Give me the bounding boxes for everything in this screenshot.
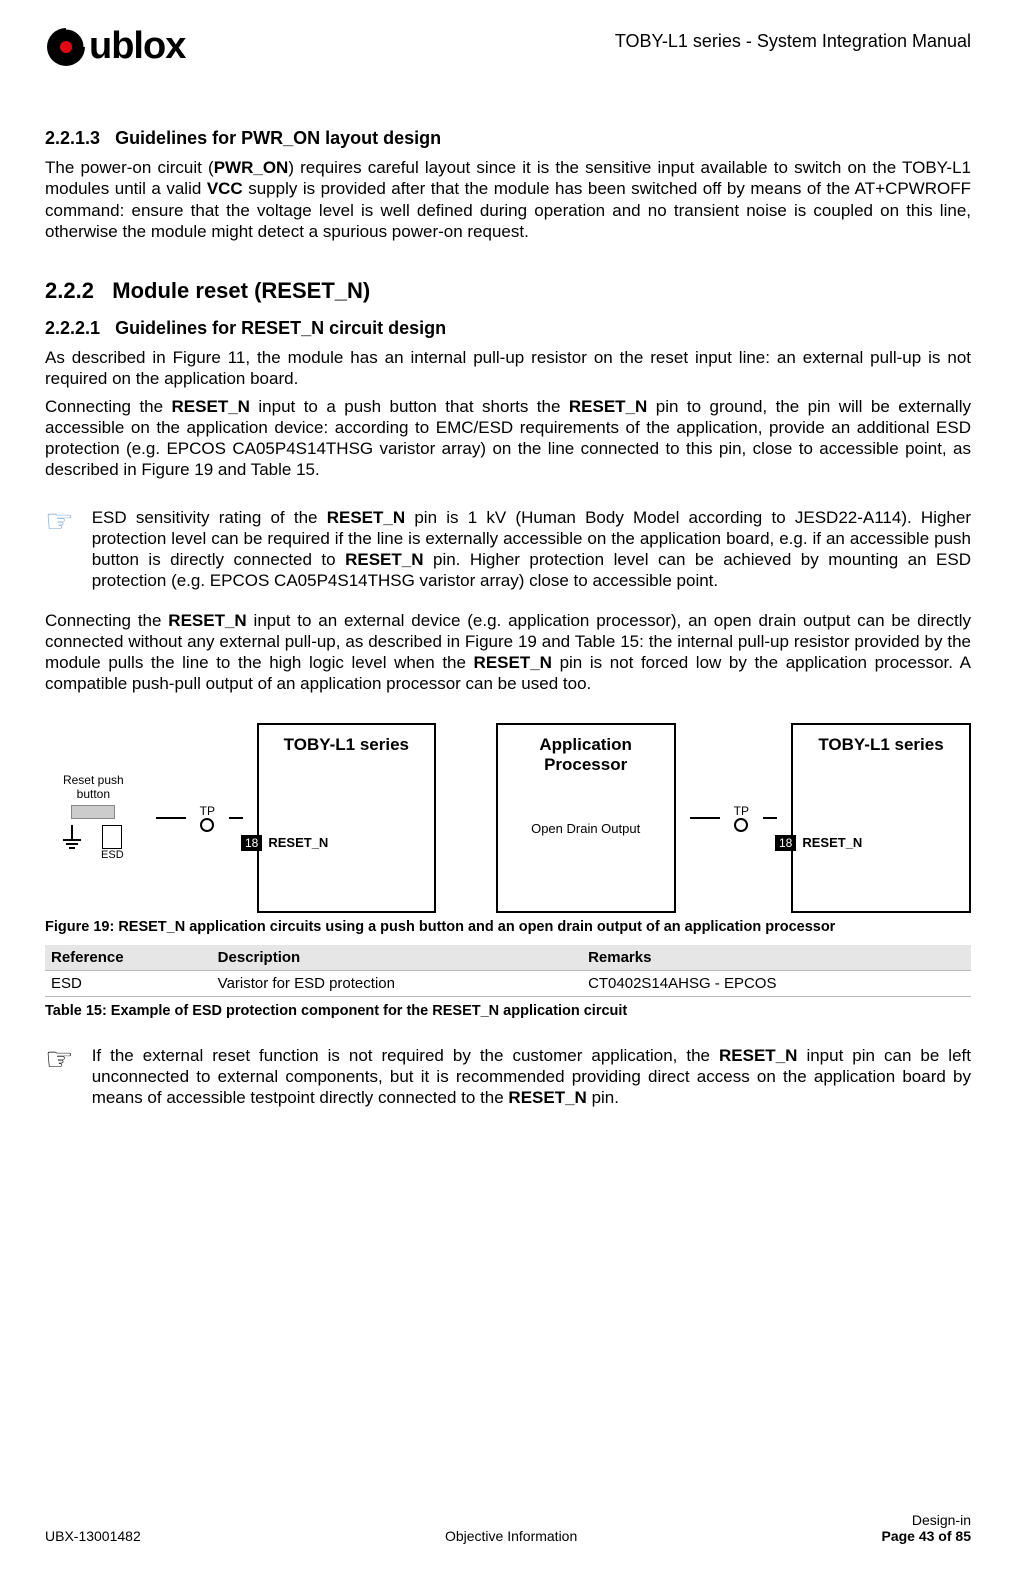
table-cell: CT0402S14AHSG - EPCOS	[582, 970, 971, 996]
pointer-icon: ☞	[45, 505, 74, 592]
pin-label: RESET_N	[802, 835, 862, 850]
heading-pwr-on: 2.2.1.3 Guidelines for PWR_ON layout des…	[45, 128, 971, 149]
module-title: TOBY-L1 series	[259, 725, 434, 755]
reset-p2: Connecting the RESET_N input to a push b…	[45, 396, 971, 481]
pin-number: 18	[241, 835, 262, 851]
ground-icon	[63, 825, 81, 863]
esd-label: ESD	[101, 849, 124, 861]
table-header-remarks: Remarks	[582, 945, 971, 971]
table-cell: Varistor for ESD protection	[212, 970, 582, 996]
schematic-left: Reset push button ESD TP TOBY-L1 series	[45, 723, 436, 913]
note-unconnected: ☞ If the external reset function is not …	[45, 1045, 971, 1109]
pointer-icon: ☞	[45, 1043, 74, 1109]
note-esd-sensitivity: ☞ ESD sensitivity rating of the RESET_N …	[45, 507, 971, 592]
esd-icon	[102, 825, 122, 849]
module-box-right: TOBY-L1 series 18 RESET_N	[791, 723, 971, 913]
reset-open-drain-paragraph: Connecting the RESET_N input to an exter…	[45, 610, 971, 695]
app-processor-box: Application Processor Open Drain Output	[496, 723, 676, 913]
page-footer: UBX-13001482 Objective Information Desig…	[45, 1512, 971, 1544]
tp-label: TP	[200, 804, 215, 818]
footer-section: Design-in	[881, 1512, 971, 1528]
pin-label: RESET_N	[268, 835, 328, 850]
heading-module-reset: 2.2.2 Module reset (RESET_N)	[45, 278, 971, 304]
open-drain-label: Open Drain Output	[498, 821, 674, 836]
document-title: TOBY-L1 series - System Integration Manu…	[615, 25, 971, 52]
reset-button-label: Reset push button	[45, 773, 142, 801]
push-button-icon	[71, 805, 115, 819]
logo-icon	[45, 26, 87, 68]
pin-number: 18	[775, 835, 796, 851]
testpoint-icon	[734, 818, 748, 832]
note-text: ESD sensitivity rating of the RESET_N pi…	[92, 507, 971, 592]
module-title: TOBY-L1 series	[793, 725, 969, 755]
page-header: ublox TOBY-L1 series - System Integratio…	[45, 25, 971, 68]
module-box-left: TOBY-L1 series 18 RESET_N	[257, 723, 436, 913]
footer-page-number: Page 43 of 85	[881, 1528, 971, 1544]
table-caption: Table 15: Example of ESD protection comp…	[45, 1003, 971, 1019]
table-15: Reference Description Remarks ESD Varist…	[45, 945, 971, 997]
app-processor-title: Application Processor	[498, 725, 674, 775]
footer-doc-id: UBX-13001482	[45, 1528, 141, 1544]
brand-logo: ublox	[45, 25, 185, 68]
pwr-on-paragraph: The power-on circuit (PWR_ON) requires c…	[45, 157, 971, 242]
heading-reset-circuit: 2.2.2.1 Guidelines for RESET_N circuit d…	[45, 318, 971, 339]
figure-caption: Figure 19: RESET_N application circuits …	[45, 919, 971, 935]
testpoint-icon	[200, 818, 214, 832]
table-header-reference: Reference	[45, 945, 212, 971]
schematic-right: Application Processor Open Drain Output …	[496, 723, 971, 913]
table-cell: ESD	[45, 970, 212, 996]
table-row: ESD Varistor for ESD protection CT0402S1…	[45, 970, 971, 996]
tp-label: TP	[734, 804, 749, 818]
note-text: If the external reset function is not re…	[92, 1045, 971, 1109]
footer-center: Objective Information	[445, 1528, 577, 1544]
reset-p1: As described in Figure 11, the module ha…	[45, 347, 971, 390]
brand-text: ublox	[89, 25, 185, 68]
figure-19: Reset push button ESD TP TOBY-L1 series	[45, 723, 971, 935]
table-header-description: Description	[212, 945, 582, 971]
